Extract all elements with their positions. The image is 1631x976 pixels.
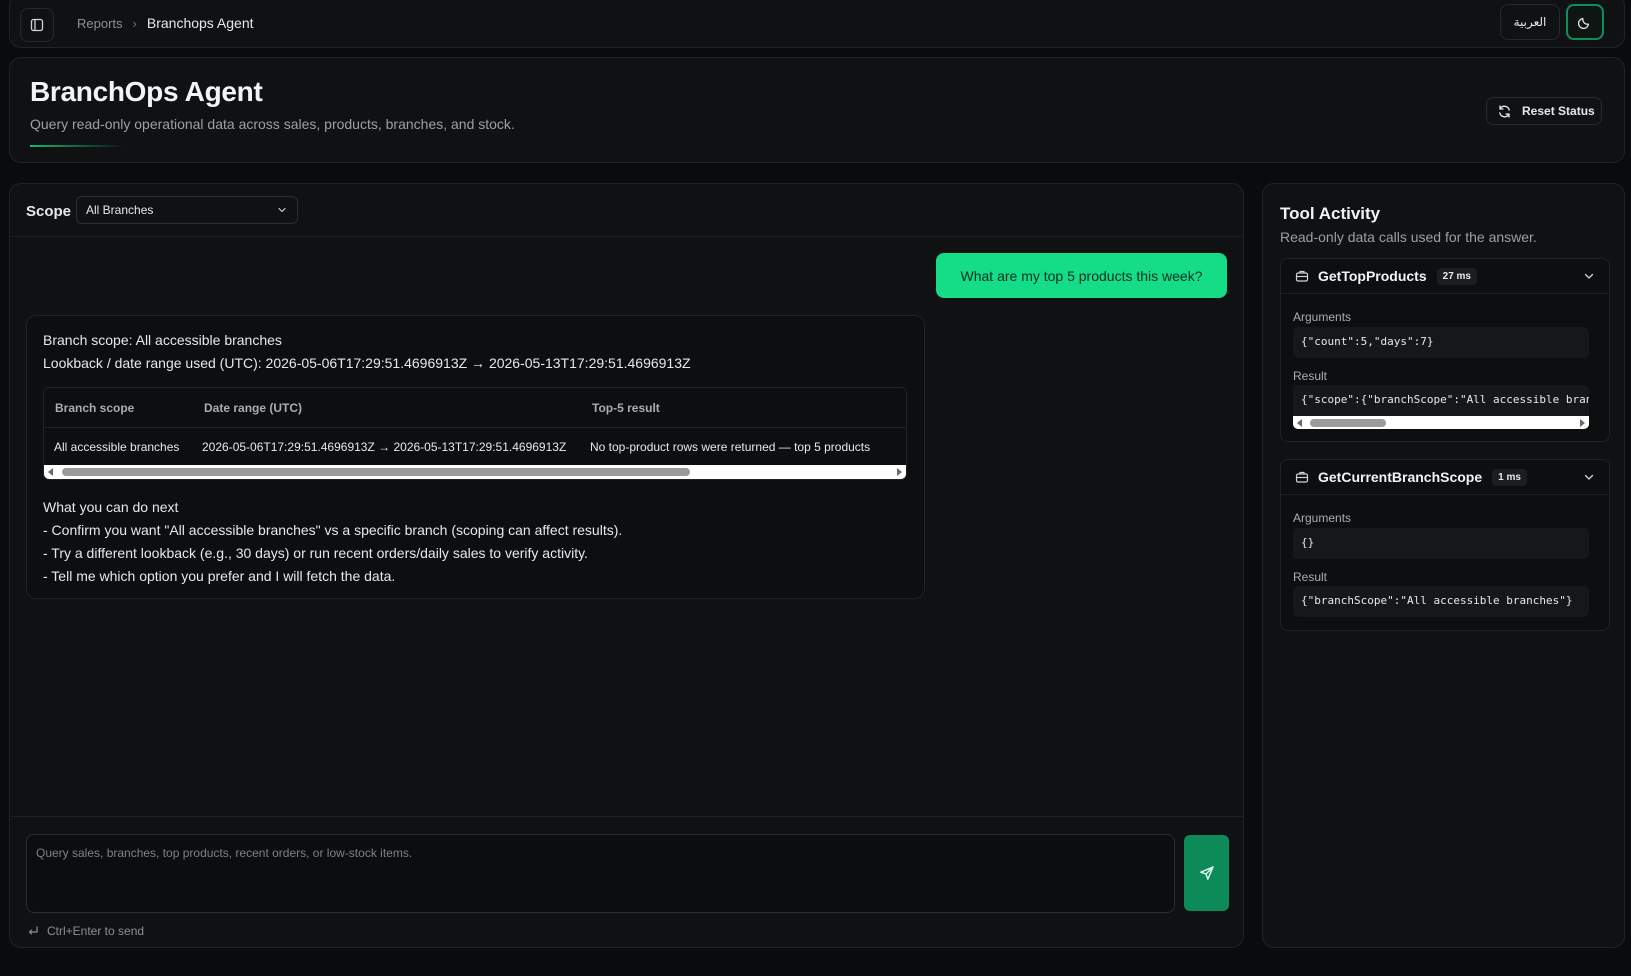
- toolbox-icon: [1295, 270, 1309, 282]
- assistant-next-item: - Tell me which option you prefer and I …: [43, 568, 396, 584]
- tool-call-card: GetCurrentBranchScope 1 ms Arguments {} …: [1280, 459, 1610, 631]
- result-table: Branch scope Date range (UTC) Top-5 resu…: [43, 387, 907, 480]
- scroll-left-icon[interactable]: [48, 468, 53, 476]
- moon-icon: [1578, 17, 1590, 29]
- table-header-cell: Top-5 result: [592, 400, 660, 415]
- scope-select-value: All Branches: [86, 203, 154, 217]
- user-message-bubble: What are my top 5 products this week?: [936, 253, 1227, 298]
- table-header-cell: Date range (UTC): [204, 400, 303, 415]
- page-header: BranchOps Agent Query read-only operatio…: [9, 57, 1625, 163]
- tool-activity-subtitle: Read-only data calls used for the answer…: [1280, 229, 1537, 245]
- scrollbar-thumb[interactable]: [1310, 419, 1386, 427]
- composer-box: [26, 834, 1175, 913]
- breadcrumb-reports-link[interactable]: Reports: [77, 16, 123, 31]
- enter-key-icon: [28, 926, 38, 935]
- assistant-next-item: - Try a different lookback (e.g., 30 day…: [43, 545, 588, 561]
- send-button[interactable]: [1184, 835, 1229, 911]
- table-cell: No top-product rows were returned — top …: [590, 440, 871, 454]
- breadcrumb: Reports › Branchops Agent: [77, 15, 254, 31]
- table-header-cell: Branch scope: [55, 400, 135, 415]
- query-input[interactable]: [36, 846, 1165, 901]
- scrollbar-thumb[interactable]: [62, 468, 690, 476]
- top-bar: Reports › Branchops Agent العربية: [9, 0, 1625, 48]
- sidebar-icon: [30, 18, 44, 32]
- tool-call-name: GetCurrentBranchScope: [1318, 469, 1483, 485]
- result-code: {"scope":{"branchScope":"All accessible …: [1301, 393, 1589, 406]
- table-cell: 2026-05-06T17:29:51.4696913Z → 2026-05-1…: [202, 440, 567, 454]
- tool-activity-panel: Tool Activity Read-only data calls used …: [1262, 183, 1625, 948]
- assistant-next-heading: What you can do next: [43, 499, 179, 515]
- tool-call-duration-badge: 1 ms: [1492, 468, 1527, 486]
- tool-call-header[interactable]: GetTopProducts 27 ms: [1281, 259, 1609, 294]
- result-horizontal-scrollbar[interactable]: [1293, 416, 1589, 429]
- chevron-down-icon[interactable]: [1583, 471, 1595, 483]
- arguments-label: Arguments: [1293, 511, 1352, 525]
- arguments-label: Arguments: [1293, 310, 1352, 324]
- table-cell: All accessible branches: [54, 440, 180, 454]
- scroll-right-icon[interactable]: [1580, 419, 1585, 427]
- sidebar-toggle-button[interactable]: [20, 8, 54, 42]
- tool-activity-title: Tool Activity: [1280, 204, 1381, 223]
- send-hint-text: Ctrl+Enter to send: [47, 924, 145, 938]
- send-icon: [1199, 866, 1214, 880]
- arguments-code: {"count":5,"days":7}: [1293, 327, 1589, 358]
- scope-select[interactable]: All Branches: [76, 196, 298, 224]
- assistant-range-line: Lookback / date range used (UTC): 2026-0…: [43, 355, 691, 371]
- assistant-next-item: - Confirm you want "All accessible branc…: [43, 522, 623, 538]
- language-toggle-button[interactable]: العربية: [1500, 4, 1560, 40]
- arguments-code: {}: [1293, 528, 1589, 559]
- breadcrumb-current: Branchops Agent: [146, 15, 254, 31]
- tool-call-name: GetTopProducts: [1318, 268, 1427, 284]
- result-label: Result: [1293, 570, 1328, 584]
- chevron-down-icon: [278, 207, 286, 213]
- result-code: {"branchScope":"All accessible branches"…: [1293, 586, 1589, 617]
- chat-panel: Scope All Branches What are my top 5 pro…: [9, 183, 1244, 948]
- chevron-down-icon[interactable]: [1583, 270, 1595, 282]
- refresh-icon: [1499, 104, 1510, 118]
- scroll-left-icon[interactable]: [1297, 419, 1302, 427]
- reset-status-label: Reset Status: [1522, 104, 1595, 118]
- theme-toggle-button[interactable]: [1566, 4, 1604, 40]
- table-horizontal-scrollbar[interactable]: [44, 465, 906, 479]
- chat-divider: [10, 236, 1243, 237]
- chevron-right-icon: ›: [132, 15, 137, 31]
- composer-divider: [10, 816, 1243, 817]
- send-hint: Ctrl+Enter to send: [27, 924, 144, 938]
- page-title: BranchOps Agent: [30, 76, 263, 107]
- table-header-row: Branch scope Date range (UTC) Top-5 resu…: [44, 388, 906, 428]
- scope-label: Scope: [26, 203, 72, 220]
- reset-status-button[interactable]: Reset Status: [1486, 97, 1602, 125]
- assistant-message-card: Branch scope: All accessible branches Lo…: [26, 315, 925, 599]
- result-label: Result: [1293, 369, 1328, 383]
- toolbox-icon: [1295, 471, 1309, 483]
- scroll-right-icon[interactable]: [897, 468, 902, 476]
- tool-call-header[interactable]: GetCurrentBranchScope 1 ms: [1281, 460, 1609, 495]
- tool-call-card: GetTopProducts 27 ms Arguments {"count":…: [1280, 258, 1610, 442]
- table-row: All accessible branches 2026-05-06T17:29…: [44, 428, 906, 466]
- title-underline: [30, 145, 125, 147]
- assistant-scope-line: Branch scope: All accessible branches: [43, 332, 282, 348]
- result-code-box: {"scope":{"branchScope":"All accessible …: [1293, 385, 1589, 429]
- tool-call-duration-badge: 27 ms: [1436, 267, 1477, 285]
- page-subtitle: Query read-only operational data across …: [30, 116, 515, 132]
